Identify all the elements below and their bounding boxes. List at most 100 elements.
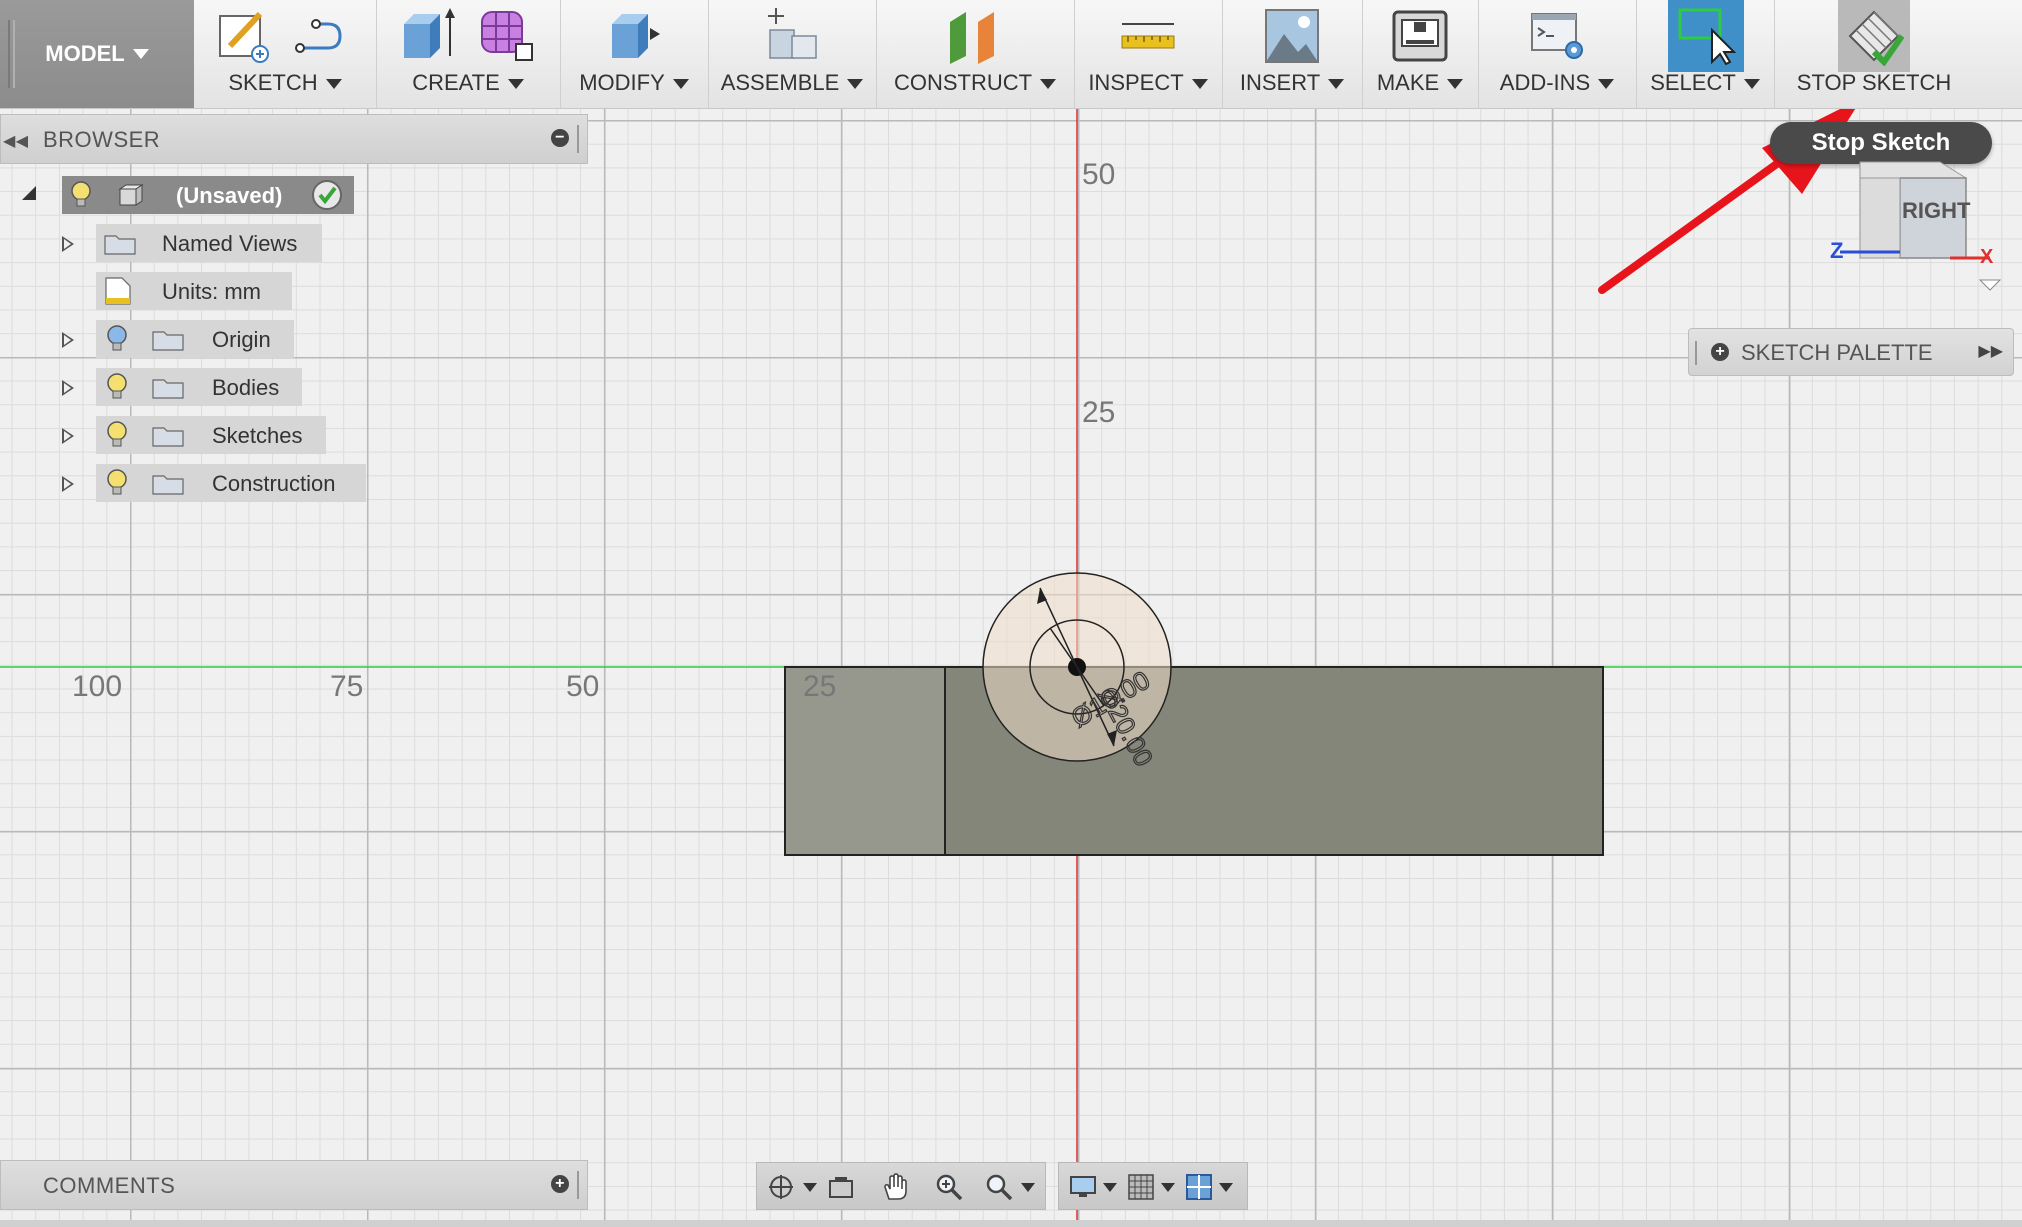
toolbar-group-assemble[interactable]: ASSEMBLE xyxy=(708,0,877,108)
sketch-geometry[interactable]: Ø20.00 Ø10.00 xyxy=(0,108,2022,1227)
add-comment-icon[interactable]: + xyxy=(551,1175,569,1193)
viewcube-face-right[interactable]: RIGHT xyxy=(1902,198,1970,224)
browser-item-units[interactable]: Units: mm xyxy=(96,272,292,310)
visibility-bulb-icon[interactable] xyxy=(106,373,128,401)
zoom-dropdown-icon[interactable] xyxy=(1021,1183,1035,1192)
toolbar-group-inspect[interactable]: INSPECT xyxy=(1074,0,1223,108)
viewports-dropdown-icon[interactable] xyxy=(1219,1183,1233,1192)
tree-expand-icon[interactable] xyxy=(62,476,74,492)
browser-item-label: Sketches xyxy=(212,423,303,448)
toolbar-group-stop-sketch-label[interactable]: STOP SKETCH xyxy=(1774,70,1974,96)
browser-item-named-views[interactable]: Named Views xyxy=(96,224,322,262)
ruler-label-horizontal: 25 xyxy=(803,670,837,703)
panel-resize-handle[interactable] xyxy=(577,1171,583,1199)
toolbar-group-select[interactable]: SELECT xyxy=(1636,0,1775,108)
toolbar-group-modify-label[interactable]: MODIFY xyxy=(560,70,708,96)
browser-item-sketches[interactable]: Sketches xyxy=(96,416,326,454)
visibility-bulb-icon[interactable] xyxy=(106,325,128,353)
tree-expand-icon[interactable] xyxy=(62,428,74,444)
document-component-icon xyxy=(118,184,144,206)
grid-settings-icon[interactable] xyxy=(1127,1173,1155,1201)
browser-item-origin[interactable]: Origin xyxy=(96,320,294,358)
folder-icon xyxy=(152,331,184,351)
display-settings-bar xyxy=(1058,1162,1248,1210)
create-sketch-icon[interactable] xyxy=(214,6,274,66)
viewcube[interactable]: RIGHT Z X xyxy=(1820,150,2020,300)
select-cursor-icon[interactable] xyxy=(1676,6,1736,66)
toolbar-grip[interactable] xyxy=(8,20,15,88)
look-at-icon[interactable] xyxy=(827,1173,855,1201)
palette-grip[interactable] xyxy=(1695,341,1701,365)
ruler-label-horizontal: 100 xyxy=(72,670,123,703)
visibility-bulb-icon[interactable] xyxy=(70,181,92,209)
stop-sketch-icon[interactable] xyxy=(1844,6,1904,66)
toolbar-group-make-label[interactable]: MAKE xyxy=(1362,70,1478,96)
new-component-icon[interactable] xyxy=(762,6,822,66)
units-document-icon xyxy=(105,277,131,305)
viewports-icon[interactable] xyxy=(1185,1173,1213,1201)
sketch-line-icon[interactable] xyxy=(294,6,354,66)
browser-item-construction[interactable]: Construction xyxy=(96,464,366,502)
browser-title: BROWSER xyxy=(43,127,161,152)
toolbar-group-sketch-label[interactable]: SKETCH xyxy=(194,70,376,96)
grid-dropdown-icon[interactable] xyxy=(1161,1183,1175,1192)
visibility-bulb-icon[interactable] xyxy=(106,469,128,497)
zoom-icon[interactable] xyxy=(935,1173,963,1201)
tree-expand-icon[interactable] xyxy=(62,332,74,348)
orbit-icon[interactable] xyxy=(767,1173,795,1201)
viewcube-axis-x: X xyxy=(1980,246,1994,268)
pan-hand-icon[interactable] xyxy=(881,1173,909,1201)
toolbar-group-sketch[interactable]: SKETCH xyxy=(194,0,377,108)
toolbar-group-add-ins-label[interactable]: ADD-INS xyxy=(1478,70,1636,96)
collapse-panel-icon[interactable]: ◀◀ xyxy=(3,131,29,151)
viewcube-graphic[interactable] xyxy=(1820,150,2020,300)
form-icon[interactable] xyxy=(476,6,536,66)
browser-item-bodies[interactable]: Bodies xyxy=(96,368,302,406)
tree-root-expander-icon[interactable] xyxy=(22,186,36,200)
browser-panel-header[interactable]: ◀◀ BROWSER − xyxy=(0,114,588,164)
expand-right-icon[interactable]: ▶▶ xyxy=(1978,341,2003,361)
display-settings-icon[interactable] xyxy=(1069,1173,1097,1201)
measure-icon[interactable] xyxy=(1118,6,1178,66)
minimize-icon[interactable]: − xyxy=(551,129,569,147)
scripts-addins-icon[interactable] xyxy=(1528,6,1588,66)
visibility-bulb-icon[interactable] xyxy=(106,421,128,449)
workspace-switcher[interactable]: MODEL xyxy=(0,0,194,108)
tree-expand-icon[interactable] xyxy=(62,236,74,252)
ruler-label-vertical: 50 xyxy=(1082,158,1116,191)
tree-expand-icon[interactable] xyxy=(62,380,74,396)
toolbar-group-stop-sketch[interactable]: STOP SKETCH xyxy=(1774,0,1974,108)
toolbar-group-create-label[interactable]: CREATE xyxy=(376,70,560,96)
orbit-dropdown-icon[interactable] xyxy=(803,1183,817,1192)
toolbar-group-construct[interactable]: CONSTRUCT xyxy=(876,0,1075,108)
comments-title: COMMENTS xyxy=(43,1173,176,1198)
toolbar-group-select-label[interactable]: SELECT xyxy=(1636,70,1774,96)
toolbar-group-insert-label[interactable]: INSERT xyxy=(1222,70,1362,96)
panel-resize-handle[interactable] xyxy=(577,125,583,153)
offset-plane-icon[interactable] xyxy=(944,6,1004,66)
toolbar-group-insert[interactable]: INSERT xyxy=(1222,0,1363,108)
browser-item-label: Named Views xyxy=(162,231,298,256)
design-canvas[interactable]: Ø20.00 Ø10.00 50 25 100 75 50 25 xyxy=(0,108,2022,1227)
toolbar-group-create[interactable]: CREATE xyxy=(376,0,561,108)
browser-root-label: (Unsaved) xyxy=(176,183,283,208)
activate-check-icon[interactable] xyxy=(310,178,344,212)
extrude-icon[interactable] xyxy=(396,6,456,66)
toolbar-group-assemble-label[interactable]: ASSEMBLE xyxy=(708,70,876,96)
press-pull-icon[interactable] xyxy=(604,6,664,66)
insert-image-icon[interactable] xyxy=(1262,6,1322,66)
expand-palette-icon[interactable]: + xyxy=(1711,343,1729,361)
toolbar-group-modify[interactable]: MODIFY xyxy=(560,0,709,108)
comments-panel-header[interactable]: COMMENTS + xyxy=(0,1160,588,1210)
sketch-palette[interactable]: + SKETCH PALETTE ▶▶ xyxy=(1688,328,2014,376)
ruler-label-horizontal: 50 xyxy=(566,670,600,703)
fit-zoom-icon[interactable] xyxy=(985,1173,1013,1201)
toolbar-group-construct-label[interactable]: CONSTRUCT xyxy=(876,70,1074,96)
3d-print-icon[interactable] xyxy=(1390,6,1450,66)
toolbar-group-add-ins[interactable]: ADD-INS xyxy=(1478,0,1637,108)
toolbar-group-inspect-label[interactable]: INSPECT xyxy=(1074,70,1222,96)
browser-item-label: Units: mm xyxy=(162,279,261,304)
toolbar-group-make[interactable]: MAKE xyxy=(1362,0,1479,108)
chevron-down-icon xyxy=(132,49,149,59)
display-dropdown-icon[interactable] xyxy=(1103,1183,1117,1192)
